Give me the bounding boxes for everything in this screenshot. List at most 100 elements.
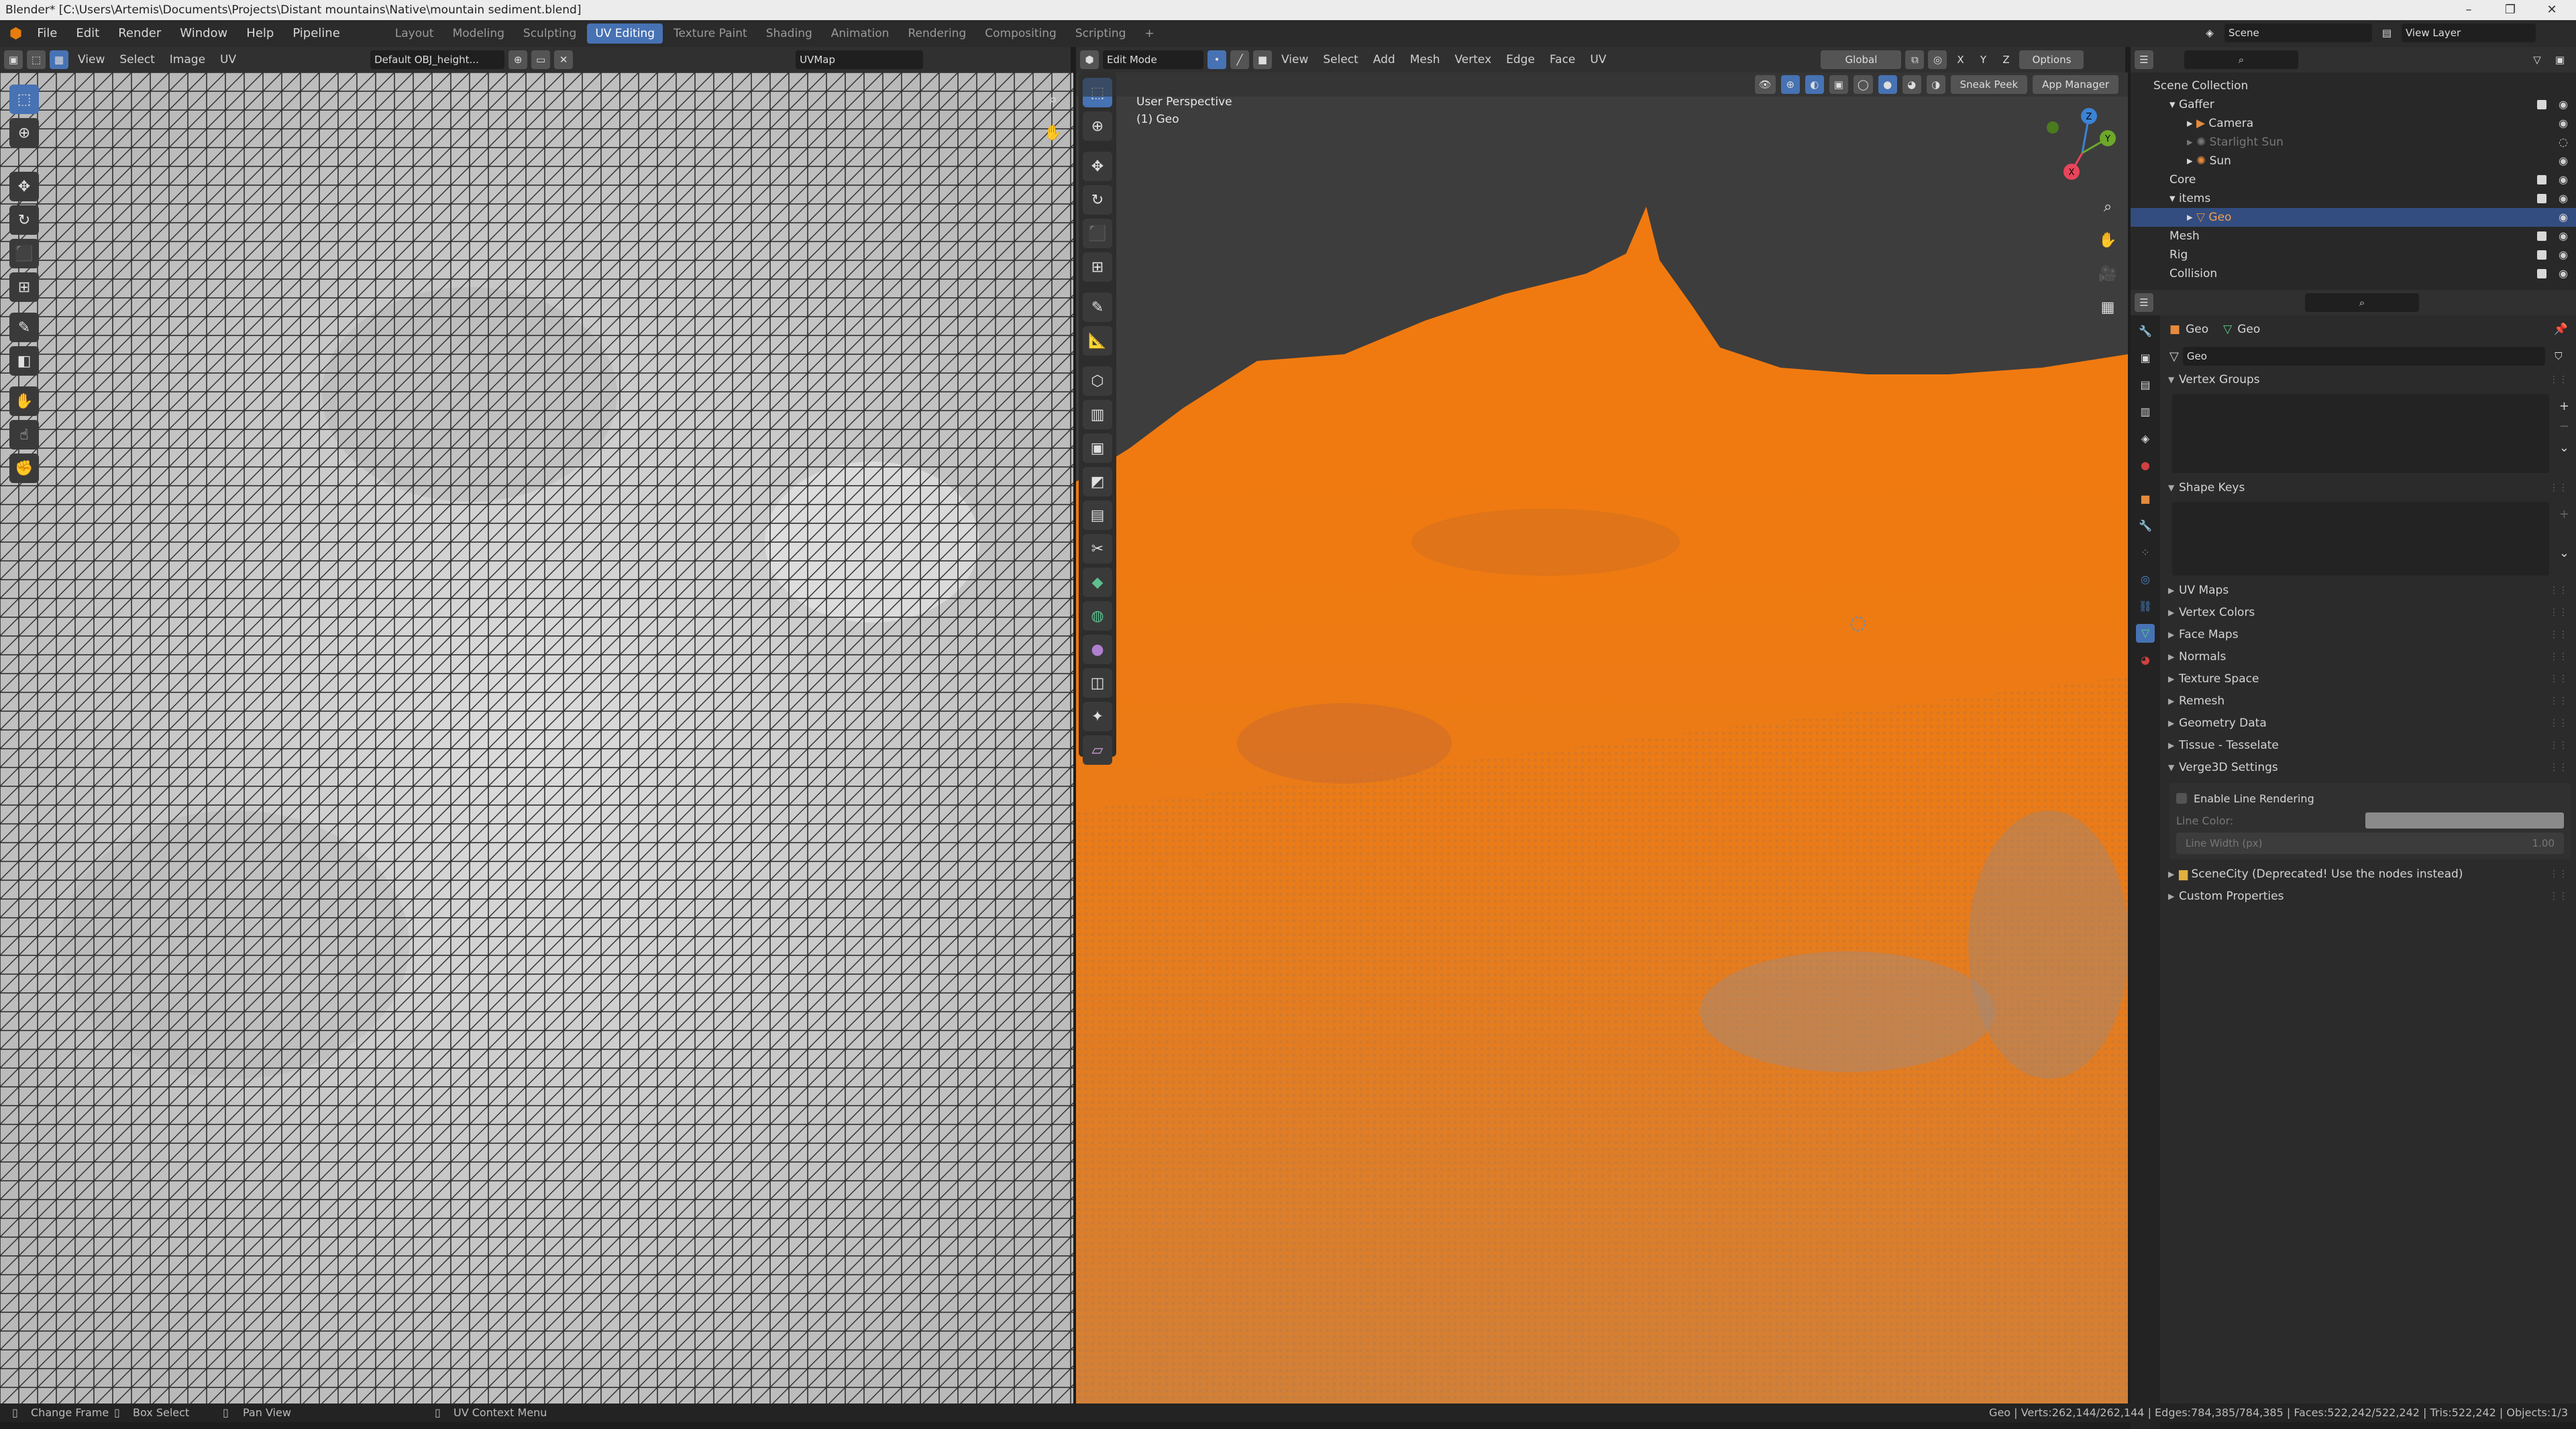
panel-custom-properties[interactable]: ▶ Custom Properties ⋮⋮ (2164, 886, 2576, 908)
loop-cut-tool[interactable]: ▤ (1083, 500, 1112, 530)
pin-icon[interactable]: 📌 (2554, 323, 2568, 336)
panel-vertex-groups[interactable]: ▼ Vertex Groups ⋮⋮ (2164, 369, 2576, 391)
panel-texture-space[interactable]: ▶ Texture Space ⋮⋮ (2164, 668, 2576, 690)
scene-collection-row[interactable]: Scene Collection (2131, 76, 2576, 95)
outliner-row-starlight-sun[interactable]: ▸ ✺ Starlight Sun ◌ (2131, 133, 2576, 152)
sneak-peek-button[interactable]: Sneak Peek (1950, 75, 2028, 94)
add-icon[interactable]: + (2559, 399, 2569, 413)
grip-icon[interactable]: ⋮⋮ (2549, 580, 2568, 602)
eye-icon[interactable]: ◉ (2559, 95, 2568, 114)
uv-menu-uv[interactable]: UV (215, 53, 241, 66)
vp-menu-add[interactable]: Add (1368, 53, 1401, 66)
grip-icon[interactable]: ⋮⋮ (2549, 624, 2568, 646)
material-shading-icon[interactable]: ◕ (1902, 75, 1921, 94)
grip-icon[interactable]: ⋮⋮ (2549, 690, 2568, 712)
fake-user-icon[interactable]: ⛉ (2549, 347, 2568, 366)
panel-remesh[interactable]: ▶ Remesh ⋮⋮ (2164, 690, 2576, 712)
new-collection-icon[interactable]: ▣ (2551, 50, 2569, 69)
minimize-button[interactable]: – (2449, 0, 2489, 20)
scale-tool[interactable]: ⬛ (1083, 219, 1112, 248)
vp-menu-mesh[interactable]: Mesh (1405, 53, 1446, 66)
rip-tool[interactable]: ◧ (9, 346, 39, 376)
grip-icon[interactable]: ⋮⋮ (2549, 757, 2568, 779)
rotate-tool[interactable]: ↻ (1083, 185, 1112, 215)
grip-icon[interactable]: ⋮⋮ (2549, 712, 2568, 735)
mesh-name-field[interactable]: Geo (2182, 347, 2545, 366)
checkbox-icon[interactable] (2537, 250, 2546, 260)
particles-tab-icon[interactable]: ⁘ (2136, 543, 2155, 562)
edge-select-icon[interactable]: ╱ (1230, 50, 1249, 69)
annotate-tool[interactable]: ✎ (9, 313, 39, 342)
open-image-icon[interactable]: ▭ (531, 50, 551, 69)
vertex-select-icon[interactable]: • (1208, 50, 1226, 69)
grip-icon[interactable]: ⋮⋮ (2549, 646, 2568, 668)
snap-icon[interactable]: ⧉ (1905, 50, 1925, 69)
chevron-down-icon[interactable]: ⌄ (2559, 441, 2569, 455)
tab-rendering[interactable]: Rendering (900, 23, 974, 44)
menu-file[interactable]: File (29, 23, 65, 44)
move-tool[interactable]: ✥ (1083, 152, 1112, 181)
add-workspace-button[interactable]: + (1136, 23, 1162, 44)
vp-menu-view[interactable]: View (1276, 53, 1313, 66)
overlay-toggle-icon[interactable]: ◐ (1805, 75, 1824, 94)
menu-pipeline[interactable]: Pipeline (284, 23, 347, 44)
editor-type-icon[interactable]: ☰ (2135, 50, 2153, 69)
axis-y-toggle[interactable]: Y (1974, 50, 1992, 69)
zoom-icon[interactable]: ⌕ (2093, 192, 2123, 221)
camera-view-icon[interactable]: 🎥 (2093, 259, 2123, 288)
outliner-row-geo[interactable]: ▸ ▽ Geo ◉ (2131, 208, 2576, 227)
constraints-tab-icon[interactable]: ⛓ (2136, 597, 2155, 616)
uv-menu-image[interactable]: Image (164, 53, 211, 66)
checkbox-icon[interactable] (2537, 175, 2546, 184)
outliner-row-collision[interactable]: Collision ◉ (2131, 264, 2576, 283)
chevron-down-icon[interactable]: ⌄ (2559, 546, 2569, 560)
axis-x-toggle[interactable]: X (1951, 50, 1970, 69)
view-layer-selector[interactable]: View Layer (2402, 23, 2536, 42)
transform-tool[interactable]: ⊞ (9, 272, 39, 302)
editor-type-icon[interactable]: ☰ (2135, 293, 2153, 312)
menu-window[interactable]: Window (172, 23, 235, 44)
move-tool[interactable]: ✥ (9, 172, 39, 201)
enable-line-rendering-row[interactable]: Enable Line Rendering (2176, 788, 2564, 808)
panel-face-maps[interactable]: ▶ Face Maps ⋮⋮ (2164, 624, 2576, 646)
outliner-row-rig[interactable]: Rig ◉ (2131, 246, 2576, 264)
zoom-icon[interactable]: ⌕ (1038, 85, 1068, 114)
uv-select-mode-icon[interactable]: ⬚ (27, 50, 46, 69)
solid-shading-icon[interactable]: ● (1878, 75, 1897, 94)
add-cube-tool[interactable]: ⬡ (1083, 366, 1112, 396)
wireframe-shading-icon[interactable]: ◯ (1853, 75, 1873, 94)
checkbox-icon[interactable] (2537, 269, 2546, 278)
scene-selector[interactable]: Scene (2224, 23, 2372, 42)
grip-icon[interactable]: ⋮⋮ (2549, 477, 2568, 499)
menu-help[interactable]: Help (238, 23, 282, 44)
eye-icon[interactable]: ◉ (2559, 114, 2568, 133)
uvmap-selector[interactable]: UVMap (796, 50, 924, 69)
pan-hand-icon[interactable]: ✋ (1038, 118, 1068, 148)
spin-tool[interactable]: ◍ (1083, 601, 1112, 631)
panel-geometry-data[interactable]: ▶ Geometry Data ⋮⋮ (2164, 712, 2576, 735)
blender-logo-icon[interactable]: ⬢ (5, 24, 26, 43)
face-select-icon[interactable]: ■ (1253, 50, 1272, 69)
tool-tab-icon[interactable]: 🔧 (2136, 322, 2155, 341)
poly-build-tool[interactable]: ◆ (1083, 568, 1112, 597)
filter-icon[interactable]: ▽ (2528, 50, 2546, 69)
tab-scripting[interactable]: Scripting (1067, 23, 1134, 44)
vp-menu-edge[interactable]: Edge (1501, 53, 1540, 66)
eye-icon[interactable]: ◉ (2559, 189, 2568, 208)
tab-compositing[interactable]: Compositing (977, 23, 1065, 44)
outliner-row-core[interactable]: Core ◉ (2131, 170, 2576, 189)
editor-type-icon[interactable]: ▣ (4, 50, 23, 69)
vp-menu-face[interactable]: Face (1544, 53, 1580, 66)
properties-search-input[interactable]: ⌕ (2305, 293, 2419, 312)
xray-toggle-icon[interactable]: ▣ (1829, 75, 1848, 94)
world-tab-icon[interactable]: ● (2136, 456, 2155, 475)
outliner-row-sun[interactable]: ▸ ✺ Sun ◉ (2131, 152, 2576, 170)
visibility-icon[interactable]: 👁 (1754, 75, 1776, 94)
vp-menu-vertex[interactable]: Vertex (1449, 53, 1497, 66)
edge-slide-tool[interactable]: ◫ (1083, 668, 1112, 698)
eye-icon[interactable]: ◉ (2559, 227, 2568, 246)
line-color-swatch[interactable] (2365, 812, 2564, 829)
shape-keys-list[interactable]: + ⌄ (2172, 502, 2569, 576)
close-image-icon[interactable]: ✕ (554, 50, 574, 69)
remove-icon[interactable]: − (2559, 419, 2569, 433)
